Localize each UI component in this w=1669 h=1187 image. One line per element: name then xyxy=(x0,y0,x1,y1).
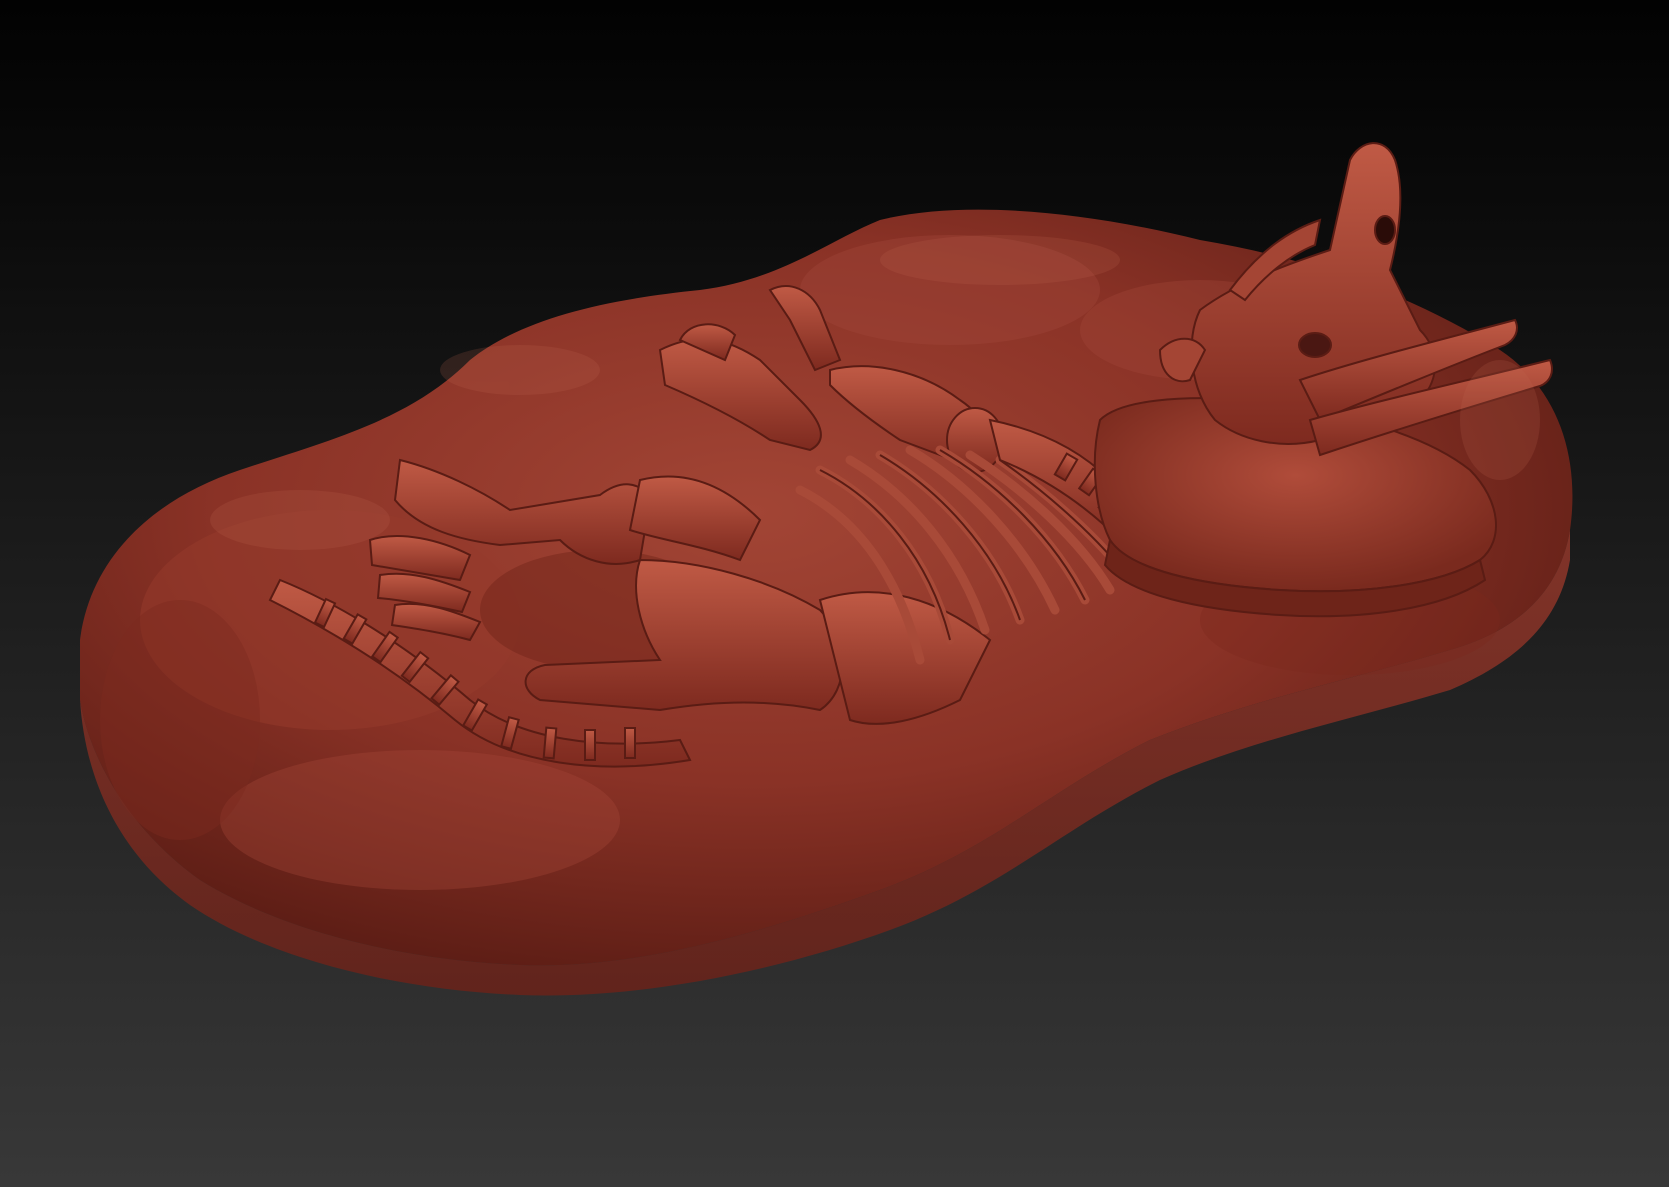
sculpt-render xyxy=(80,142,1573,996)
3d-viewport[interactable] xyxy=(0,0,1669,1187)
